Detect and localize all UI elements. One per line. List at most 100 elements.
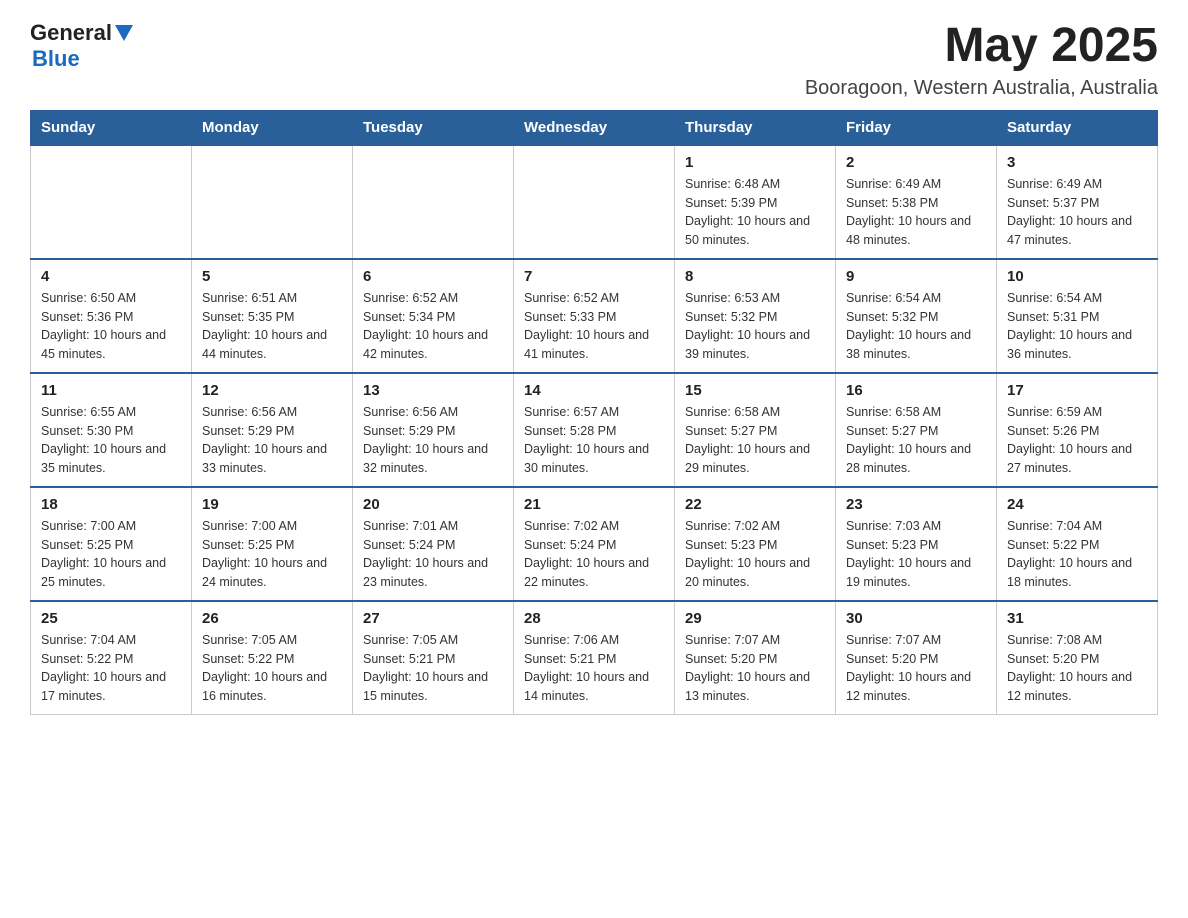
cell-w5-d7: 31 Sunrise: 7:08 AMSunset: 5:20 PMDayligh… xyxy=(997,601,1158,715)
cell-w1-d2 xyxy=(192,145,353,259)
week-row-3: 11 Sunrise: 6:55 AMSunset: 5:30 PMDayligh… xyxy=(31,373,1158,487)
cell-w4-d5: 22 Sunrise: 7:02 AMSunset: 5:23 PMDayligh… xyxy=(675,487,836,601)
day-info: Sunrise: 6:58 AMSunset: 5:27 PMDaylight:… xyxy=(685,403,825,478)
logo-triangle-icon xyxy=(115,25,133,46)
page-header: General Blue May 2025 Booragoon, Western… xyxy=(30,20,1158,100)
day-number: 30 xyxy=(846,610,986,627)
day-number: 29 xyxy=(685,610,825,627)
day-number: 13 xyxy=(363,382,503,399)
day-info: Sunrise: 7:06 AMSunset: 5:21 PMDaylight:… xyxy=(524,631,664,706)
day-number: 9 xyxy=(846,268,986,285)
day-number: 27 xyxy=(363,610,503,627)
col-friday: Friday xyxy=(836,110,997,145)
cell-w3-d1: 11 Sunrise: 6:55 AMSunset: 5:30 PMDayligh… xyxy=(31,373,192,487)
day-number: 18 xyxy=(41,496,181,513)
day-number: 12 xyxy=(202,382,342,399)
week-row-4: 18 Sunrise: 7:00 AMSunset: 5:25 PMDayligh… xyxy=(31,487,1158,601)
cell-w3-d3: 13Sunrise: 6:56 AMSunset: 5:29 PMDayligh… xyxy=(353,373,514,487)
cell-w4-d2: 19 Sunrise: 7:00 AMSunset: 5:25 PMDayligh… xyxy=(192,487,353,601)
cell-w2-d3: 6Sunrise: 6:52 AMSunset: 5:34 PMDaylight… xyxy=(353,259,514,373)
col-sunday: Sunday xyxy=(31,110,192,145)
cell-w1-d1 xyxy=(31,145,192,259)
day-number: 26 xyxy=(202,610,342,627)
cell-w2-d6: 9 Sunrise: 6:54 AMSunset: 5:32 PMDaylight… xyxy=(836,259,997,373)
cell-w5-d4: 28Sunrise: 7:06 AMSunset: 5:21 PMDayligh… xyxy=(514,601,675,715)
month-year-title: May 2025 xyxy=(805,20,1158,73)
day-info: Sunrise: 7:07 AMSunset: 5:20 PMDaylight:… xyxy=(846,631,986,706)
day-info: Sunrise: 7:08 AMSunset: 5:20 PMDaylight:… xyxy=(1007,631,1147,706)
day-info: Sunrise: 7:04 AMSunset: 5:22 PMDaylight:… xyxy=(1007,517,1147,592)
day-info: Sunrise: 7:00 AMSunset: 5:25 PMDaylight:… xyxy=(41,517,181,592)
cell-w3-d2: 12 Sunrise: 6:56 AMSunset: 5:29 PMDayligh… xyxy=(192,373,353,487)
week-row-5: 25 Sunrise: 7:04 AMSunset: 5:22 PMDayligh… xyxy=(31,601,1158,715)
day-info: Sunrise: 7:02 AMSunset: 5:23 PMDaylight:… xyxy=(685,517,825,592)
day-info: Sunrise: 6:52 AMSunset: 5:33 PMDaylight:… xyxy=(524,289,664,364)
day-number: 15 xyxy=(685,382,825,399)
day-number: 20 xyxy=(363,496,503,513)
day-number: 11 xyxy=(41,382,181,399)
day-info: Sunrise: 6:55 AMSunset: 5:30 PMDaylight:… xyxy=(41,403,181,478)
day-info: Sunrise: 6:57 AMSunset: 5:28 PMDaylight:… xyxy=(524,403,664,478)
day-number: 2 xyxy=(846,154,986,171)
day-info: Sunrise: 7:01 AMSunset: 5:24 PMDaylight:… xyxy=(363,517,503,592)
day-number: 1 xyxy=(685,154,825,171)
cell-w2-d4: 7 Sunrise: 6:52 AMSunset: 5:33 PMDaylight… xyxy=(514,259,675,373)
cell-w5-d2: 26 Sunrise: 7:05 AMSunset: 5:22 PMDayligh… xyxy=(192,601,353,715)
day-number: 22 xyxy=(685,496,825,513)
col-thursday: Thursday xyxy=(675,110,836,145)
calendar-header-row: Sunday Monday Tuesday Wednesday Thursday… xyxy=(31,110,1158,145)
cell-w1-d5: 1 Sunrise: 6:48 AMSunset: 5:39 PMDaylight… xyxy=(675,145,836,259)
cell-w1-d4 xyxy=(514,145,675,259)
title-area: May 2025 Booragoon, Western Australia, A… xyxy=(805,20,1158,100)
cell-w5-d3: 27 Sunrise: 7:05 AMSunset: 5:21 PMDayligh… xyxy=(353,601,514,715)
day-number: 25 xyxy=(41,610,181,627)
cell-w1-d7: 3Sunrise: 6:49 AMSunset: 5:37 PMDaylight… xyxy=(997,145,1158,259)
cell-w2-d2: 5Sunrise: 6:51 AMSunset: 5:35 PMDaylight… xyxy=(192,259,353,373)
day-info: Sunrise: 7:04 AMSunset: 5:22 PMDaylight:… xyxy=(41,631,181,706)
cell-w5-d5: 29 Sunrise: 7:07 AMSunset: 5:20 PMDayligh… xyxy=(675,601,836,715)
day-info: Sunrise: 7:02 AMSunset: 5:24 PMDaylight:… xyxy=(524,517,664,592)
day-info: Sunrise: 7:05 AMSunset: 5:22 PMDaylight:… xyxy=(202,631,342,706)
col-wednesday: Wednesday xyxy=(514,110,675,145)
day-info: Sunrise: 7:05 AMSunset: 5:21 PMDaylight:… xyxy=(363,631,503,706)
day-info: Sunrise: 7:03 AMSunset: 5:23 PMDaylight:… xyxy=(846,517,986,592)
col-monday: Monday xyxy=(192,110,353,145)
cell-w4-d7: 24Sunrise: 7:04 AMSunset: 5:22 PMDayligh… xyxy=(997,487,1158,601)
col-saturday: Saturday xyxy=(997,110,1158,145)
cell-w3-d6: 16Sunrise: 6:58 AMSunset: 5:27 PMDayligh… xyxy=(836,373,997,487)
day-info: Sunrise: 7:00 AMSunset: 5:25 PMDaylight:… xyxy=(202,517,342,592)
day-info: Sunrise: 6:49 AMSunset: 5:37 PMDaylight:… xyxy=(1007,175,1147,250)
day-info: Sunrise: 6:53 AMSunset: 5:32 PMDaylight:… xyxy=(685,289,825,364)
cell-w5-d6: 30 Sunrise: 7:07 AMSunset: 5:20 PMDayligh… xyxy=(836,601,997,715)
cell-w3-d7: 17 Sunrise: 6:59 AMSunset: 5:26 PMDayligh… xyxy=(997,373,1158,487)
day-info: Sunrise: 6:54 AMSunset: 5:32 PMDaylight:… xyxy=(846,289,986,364)
day-number: 16 xyxy=(846,382,986,399)
day-number: 4 xyxy=(41,268,181,285)
day-number: 17 xyxy=(1007,382,1147,399)
cell-w4-d6: 23Sunrise: 7:03 AMSunset: 5:23 PMDayligh… xyxy=(836,487,997,601)
day-number: 10 xyxy=(1007,268,1147,285)
day-number: 5 xyxy=(202,268,342,285)
logo: General Blue xyxy=(30,20,133,72)
cell-w2-d5: 8Sunrise: 6:53 AMSunset: 5:32 PMDaylight… xyxy=(675,259,836,373)
day-info: Sunrise: 6:56 AMSunset: 5:29 PMDaylight:… xyxy=(202,403,342,478)
cell-w1-d3 xyxy=(353,145,514,259)
week-row-1: 1 Sunrise: 6:48 AMSunset: 5:39 PMDaylight… xyxy=(31,145,1158,259)
logo-general-text: General xyxy=(30,20,112,46)
day-number: 31 xyxy=(1007,610,1147,627)
cell-w4-d4: 21Sunrise: 7:02 AMSunset: 5:24 PMDayligh… xyxy=(514,487,675,601)
day-info: Sunrise: 6:59 AMSunset: 5:26 PMDaylight:… xyxy=(1007,403,1147,478)
cell-w3-d5: 15 Sunrise: 6:58 AMSunset: 5:27 PMDayligh… xyxy=(675,373,836,487)
day-number: 19 xyxy=(202,496,342,513)
cell-w4-d1: 18 Sunrise: 7:00 AMSunset: 5:25 PMDayligh… xyxy=(31,487,192,601)
cell-w2-d1: 4Sunrise: 6:50 AMSunset: 5:36 PMDaylight… xyxy=(31,259,192,373)
cell-w3-d4: 14 Sunrise: 6:57 AMSunset: 5:28 PMDayligh… xyxy=(514,373,675,487)
location-subtitle: Booragoon, Western Australia, Australia xyxy=(805,77,1158,100)
day-info: Sunrise: 7:07 AMSunset: 5:20 PMDaylight:… xyxy=(685,631,825,706)
day-number: 7 xyxy=(524,268,664,285)
day-number: 14 xyxy=(524,382,664,399)
day-info: Sunrise: 6:48 AMSunset: 5:39 PMDaylight:… xyxy=(685,175,825,250)
col-tuesday: Tuesday xyxy=(353,110,514,145)
day-number: 6 xyxy=(363,268,503,285)
cell-w1-d6: 2Sunrise: 6:49 AMSunset: 5:38 PMDaylight… xyxy=(836,145,997,259)
